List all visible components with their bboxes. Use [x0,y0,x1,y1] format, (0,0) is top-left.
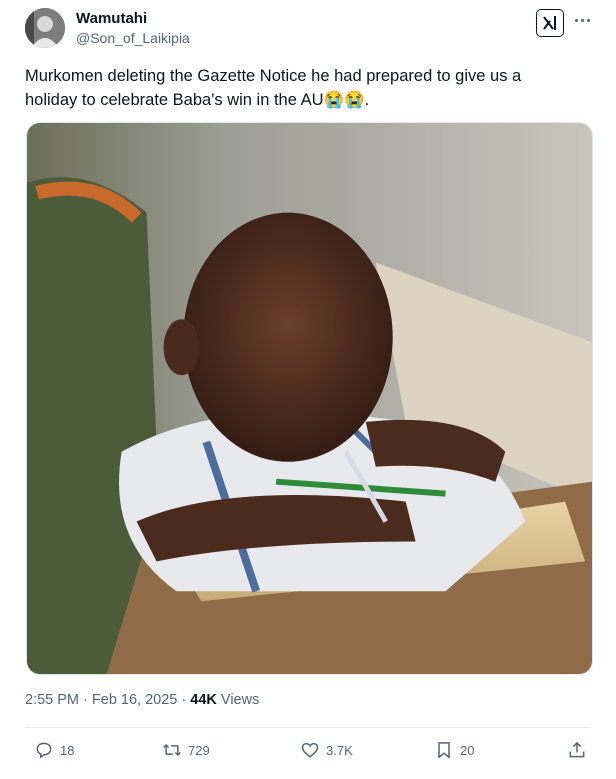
reply-button[interactable]: 18 [34,740,74,760]
views-label: Views [220,692,260,708]
tweet-meta: 2:55 PM · Feb 16, 2025 · 44K Views [25,692,259,708]
repost-count: 729 [188,742,210,758]
bookmark-icon [438,742,450,759]
tweet-date[interactable]: Feb 16, 2025 [92,692,177,708]
grok-button[interactable] [536,9,564,37]
author-display-name[interactable]: Wamutahi [76,10,147,27]
meta-separator: · [83,692,88,708]
reply-icon [36,742,52,759]
repost-icon [163,743,181,757]
bookmark-button[interactable]: 20 [434,740,474,760]
like-button[interactable]: 3.7K [300,740,353,760]
tweet-text-line-2: holiday to celebrate Baba's win in the A… [25,88,585,112]
views-count: 44K [190,692,217,708]
photo-child-writing-at-desk [27,123,592,674]
heart-icon [301,742,319,758]
tweet-text-line-1: Murkomen deleting the Gazette Notice he … [25,67,522,85]
tweet-photo[interactable] [26,122,593,675]
author-handle[interactable]: @Son_of_Laikipia [76,30,190,46]
meta-separator-2: · [181,692,187,708]
bookmark-count: 20 [460,742,475,758]
avatar-photo [25,8,65,48]
crying-face-emoji: 😭😭 [323,91,365,109]
divider [25,727,591,728]
avatar[interactable] [25,8,65,48]
tweet-text-line-2-main: holiday to celebrate Baba's win in the A… [25,91,324,109]
tweet-text: Murkomen deleting the Gazette Notice he … [25,64,585,112]
more-options-button[interactable] [568,10,596,30]
reply-count: 18 [60,742,75,758]
like-count: 3.7K [326,742,353,758]
repost-button[interactable]: 729 [162,740,210,760]
grok-icon [543,16,556,30]
share-button[interactable] [567,740,587,760]
tweet-time[interactable]: 2:55 PM [25,692,79,708]
tweet-text-period: . [364,91,370,109]
tweet-card: Wamutahi @Son_of_Laikipia Murkomen delet… [0,0,616,779]
more-dots-icon [574,18,578,22]
share-icon [569,741,585,758]
